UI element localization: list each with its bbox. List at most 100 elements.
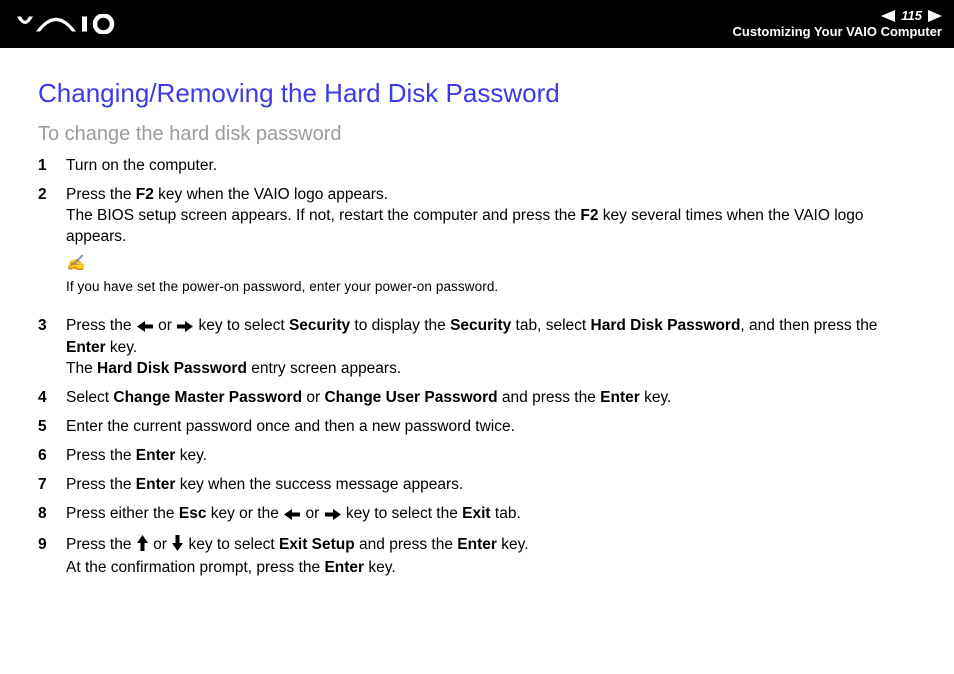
step-body: Press either the Esc key or the or key t… xyxy=(66,504,916,527)
key-name: Enter xyxy=(457,536,497,553)
step-item: 7 Press the Enter key when the success m… xyxy=(38,475,916,496)
step-text: and press the xyxy=(498,389,601,406)
arrow-left-icon xyxy=(137,318,153,339)
step-text: Select xyxy=(66,389,113,406)
bold-term: Exit Setup xyxy=(279,536,355,553)
key-name: Enter xyxy=(66,339,106,356)
step-number: 9 xyxy=(38,535,66,579)
next-page-arrow-icon[interactable] xyxy=(928,10,942,22)
step-number: 1 xyxy=(38,156,66,177)
key-name: Enter xyxy=(136,476,176,493)
step-item: 6 Press the Enter key. xyxy=(38,446,916,467)
step-text: entry screen appears. xyxy=(247,360,401,377)
breadcrumb: Customizing Your VAIO Computer xyxy=(733,24,942,40)
key-name: Enter xyxy=(324,559,364,576)
step-item: 4 Select Change Master Password or Chang… xyxy=(38,388,916,409)
step-body: Press the Enter key when the success mes… xyxy=(66,475,916,496)
step-number: 6 xyxy=(38,446,66,467)
step-item: 9 Press the or key to select Exit Setup … xyxy=(38,535,916,579)
step-item: 1 Turn on the computer. xyxy=(38,156,916,177)
step-body: Press the or key to select Security to d… xyxy=(66,316,916,381)
step-text: Press either the xyxy=(66,505,179,522)
step-text: key or the xyxy=(206,505,283,522)
step-text: or xyxy=(149,536,171,553)
step-text: key. xyxy=(175,447,207,464)
page-title: Changing/Removing the Hard Disk Password xyxy=(38,78,916,109)
step-text: tab, select xyxy=(511,317,590,334)
arrow-right-icon xyxy=(177,318,193,339)
arrow-left-icon xyxy=(284,506,300,527)
vaio-logo xyxy=(16,14,126,34)
step-number: 2 xyxy=(38,185,66,308)
step-text: The xyxy=(66,360,97,377)
arrow-up-icon xyxy=(137,535,148,558)
step-body: Press the F2 key when the VAIO logo appe… xyxy=(66,185,916,308)
step-text: or xyxy=(302,389,324,406)
step-text: key to select the xyxy=(342,505,463,522)
step-text: Press the xyxy=(66,186,136,203)
step-text: , and then press the xyxy=(740,317,877,334)
step-text: and press the xyxy=(355,536,458,553)
document-page: 115 Customizing Your VAIO Computer Chang… xyxy=(0,0,954,674)
step-text: Press the xyxy=(66,447,136,464)
bold-term: Security xyxy=(450,317,511,334)
note-block: ✍ If you have set the power-on password,… xyxy=(66,254,916,298)
step-body: Press the or key to select Exit Setup an… xyxy=(66,535,916,579)
key-name: Enter xyxy=(136,447,176,464)
key-name: Esc xyxy=(179,505,207,522)
step-body: Press the Enter key. xyxy=(66,446,916,467)
step-text: At the confirmation prompt, press the xyxy=(66,559,324,576)
step-text: Press the xyxy=(66,317,136,334)
arrow-down-icon xyxy=(172,535,183,558)
step-text: key when the success message appears. xyxy=(175,476,463,493)
steps-list: 1 Turn on the computer. 2 Press the F2 k… xyxy=(38,156,916,579)
step-text: or xyxy=(301,505,323,522)
key-name: F2 xyxy=(580,207,598,224)
page-navigation: 115 xyxy=(881,8,942,24)
step-text: Enter the current password once and then… xyxy=(66,418,515,435)
step-text: key. xyxy=(497,536,529,553)
step-number: 4 xyxy=(38,388,66,409)
step-item: 2 Press the F2 key when the VAIO logo ap… xyxy=(38,185,916,308)
page-number: 115 xyxy=(901,8,922,24)
step-text: tab. xyxy=(491,505,521,522)
step-text: or xyxy=(154,317,176,334)
content-area: Changing/Removing the Hard Disk Password… xyxy=(0,48,954,674)
step-text: key. xyxy=(640,389,672,406)
bold-term: Hard Disk Password xyxy=(97,360,247,377)
step-number: 7 xyxy=(38,475,66,496)
bold-term: Change Master Password xyxy=(113,389,302,406)
section-subtitle: To change the hard disk password xyxy=(38,123,916,146)
note-icon: ✍ xyxy=(66,254,85,275)
arrow-right-icon xyxy=(325,506,341,527)
step-body: Enter the current password once and then… xyxy=(66,417,916,438)
step-body: Select Change Master Password or Change … xyxy=(66,388,916,409)
step-text: Press the xyxy=(66,476,136,493)
step-text: Turn on the computer. xyxy=(66,157,217,174)
step-item: 3 Press the or key to select Security to… xyxy=(38,316,916,381)
step-text: key. xyxy=(364,559,396,576)
step-text: key to select xyxy=(194,317,289,334)
header-bar: 115 Customizing Your VAIO Computer xyxy=(0,0,954,48)
key-name: Enter xyxy=(600,389,640,406)
key-name: F2 xyxy=(136,186,154,203)
step-body: Turn on the computer. xyxy=(66,156,916,177)
prev-page-arrow-icon[interactable] xyxy=(881,10,895,22)
step-text: The BIOS setup screen appears. If not, r… xyxy=(66,207,580,224)
header-right: 115 Customizing Your VAIO Computer xyxy=(733,8,942,39)
bold-term: Change User Password xyxy=(324,389,497,406)
bold-term: Hard Disk Password xyxy=(591,317,741,334)
step-text: key when the VAIO logo appears. xyxy=(154,186,388,203)
bold-term: Security xyxy=(289,317,350,334)
step-item: 8 Press either the Esc key or the or key… xyxy=(38,504,916,527)
step-text: Press the xyxy=(66,536,136,553)
bold-term: Exit xyxy=(462,505,490,522)
note-text: If you have set the power-on password, e… xyxy=(66,279,498,294)
step-number: 8 xyxy=(38,504,66,527)
step-number: 5 xyxy=(38,417,66,438)
step-text: key to select xyxy=(184,536,279,553)
step-item: 5 Enter the current password once and th… xyxy=(38,417,916,438)
step-text: key. xyxy=(106,339,138,356)
step-text: to display the xyxy=(350,317,450,334)
step-number: 3 xyxy=(38,316,66,381)
